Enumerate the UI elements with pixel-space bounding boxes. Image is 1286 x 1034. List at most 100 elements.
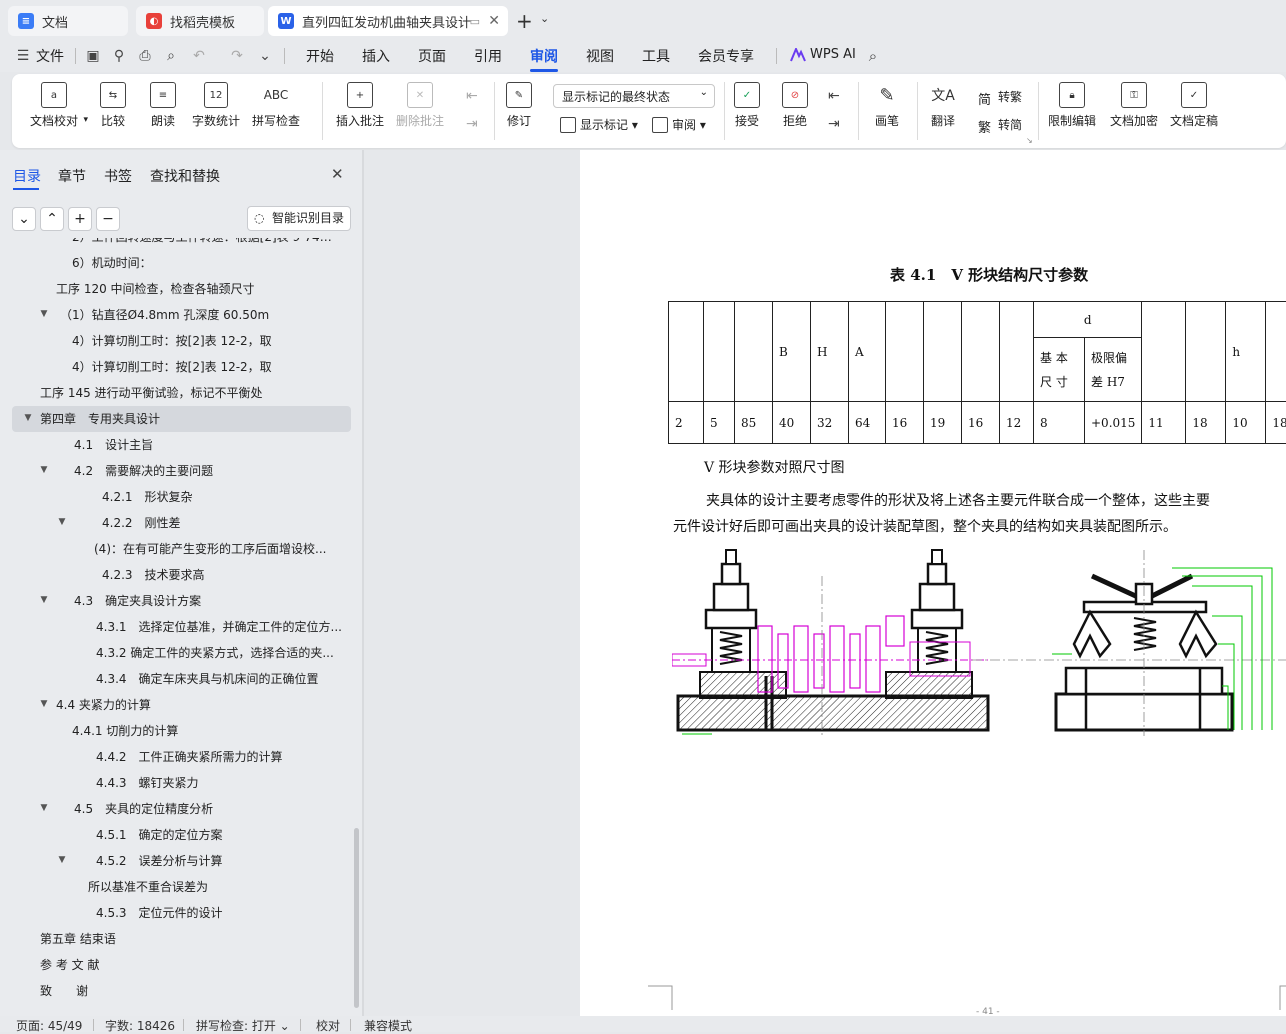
toc-item[interactable]: 4.5.1 确定的定位方案	[96, 822, 342, 848]
toc-item[interactable]: 4.2.1 形状复杂	[102, 484, 342, 510]
doc-check-button[interactable]: a 文档校对▾	[30, 82, 78, 129]
toc-item[interactable]: 4.2.2 刚性差	[102, 510, 342, 536]
toc-item[interactable]: 4.2.3 技术要求高	[102, 562, 342, 588]
undo-icon[interactable]: ↶	[190, 47, 208, 65]
translate-button[interactable]: 文A 翻译	[930, 82, 956, 129]
finalize-button[interactable]: ✓ 文档定稿	[1170, 82, 1218, 129]
toc-item[interactable]: 4.4 夹紧力的计算	[56, 692, 342, 718]
menu-home[interactable]: 开始	[306, 46, 334, 66]
toc-item[interactable]: (4)：在有可能产生变形的工序后面增设校...	[94, 536, 342, 562]
next-change-icon[interactable]: ⇥	[828, 116, 840, 132]
restrict-edit-button[interactable]: 🔒︎ 限制编辑	[1048, 82, 1096, 129]
toc-item[interactable]: 第四章 专用夹具设计	[40, 406, 342, 432]
toc-expand-icon[interactable]: ▼	[56, 855, 68, 865]
toc-item[interactable]: 4.3.1 选择定位基准，并确定工件的定位方...	[96, 614, 342, 640]
tab-docer[interactable]: ◐ 找稻壳模板	[136, 6, 264, 36]
menu-page[interactable]: 页面	[418, 46, 446, 66]
wps-ai-icon[interactable]	[790, 48, 806, 62]
menu-review[interactable]: 审阅	[530, 46, 558, 66]
tab-document[interactable]: W 直列四缸发动机曲轴夹具设计 ▭ ✕	[268, 6, 508, 36]
menu-references[interactable]: 引用	[474, 46, 502, 66]
pen-button[interactable]: ✎ 画笔	[874, 82, 900, 129]
toc-expand-icon[interactable]: ▼	[56, 517, 68, 527]
toc-item[interactable]: 4.4.3 螺钉夹紧力	[96, 770, 342, 796]
word-count-indicator[interactable]: 字数: 18426	[105, 1017, 175, 1034]
show-markup-button[interactable]: 显示标记 ▾	[560, 116, 638, 133]
encrypt-button[interactable]: ⚿ 文档加密	[1110, 82, 1158, 129]
page-indicator[interactable]: 页面: 45/49	[16, 1017, 82, 1034]
menu-insert[interactable]: 插入	[362, 46, 390, 66]
toc-item[interactable]: 所以基准不重合误差为	[88, 874, 342, 900]
search-icon[interactable]: ⌕	[864, 47, 882, 65]
track-changes-button[interactable]: ✎ 修订	[506, 82, 532, 129]
redo-icon[interactable]: ↷	[228, 47, 246, 65]
toc-item[interactable]: 参 考 文 献	[40, 952, 342, 978]
proofread-indicator[interactable]: 校对	[316, 1017, 340, 1034]
toc-item[interactable]: 第五章 结束语	[40, 926, 342, 952]
toc-item[interactable]: 4）计算切削工时：按[2]表 12-2，取	[72, 354, 342, 380]
scrollbar[interactable]	[354, 828, 359, 1008]
smart-toc-button[interactable]: ◌ 智能识别目录	[247, 206, 351, 231]
toc-item[interactable]: 4）计算切削工时：按[2]表 12-2，取	[72, 328, 342, 354]
spell-check-button[interactable]: ABC 拼写检查	[252, 82, 300, 129]
spell-check-toggle[interactable]: 拼写检查: 打开 ⌄	[196, 1017, 290, 1034]
word-count-button[interactable]: 12 字数统计	[192, 82, 240, 129]
next-comment-icon[interactable]: ⇥	[466, 116, 478, 132]
toc-expand-icon[interactable]: ▼	[38, 309, 50, 319]
close-tab-icon[interactable]: ✕	[488, 13, 500, 29]
prev-comment-icon[interactable]: ⇤	[466, 88, 478, 104]
panel-tab-chapters[interactable]: 章节	[58, 166, 86, 186]
collapse-button[interactable]: ⌃	[40, 207, 64, 231]
panel-tab-bookmarks[interactable]: 书签	[104, 166, 132, 186]
toc-item[interactable]: 4.3 确定夹具设计方案	[74, 588, 342, 614]
share-icon[interactable]: ⚲	[110, 47, 128, 65]
menu-member[interactable]: 会员专享	[698, 46, 754, 66]
prev-change-icon[interactable]: ⇤	[828, 88, 840, 104]
toc-item[interactable]: 4.4.2 工件正确夹紧所需力的计算	[96, 744, 342, 770]
close-panel-icon[interactable]: ✕	[331, 165, 344, 183]
toc-expand-icon[interactable]: ▼	[38, 465, 50, 475]
reject-button[interactable]: ⊘ 拒绝	[782, 82, 808, 129]
window-icon[interactable]: ▭	[470, 15, 480, 28]
accept-button[interactable]: ✓ 接受	[734, 82, 760, 129]
compare-button[interactable]: ⇆ 比较	[100, 82, 126, 129]
to-simplified-button[interactable]: 繁转简	[978, 116, 1022, 133]
toc-item[interactable]: 4.4.1 切削力的计算	[72, 718, 342, 744]
print-preview-icon[interactable]: ⌕	[162, 47, 180, 65]
toc-item[interactable]: 4.2 需要解决的主要问题	[74, 458, 342, 484]
toc-expand-icon[interactable]: ▼	[22, 413, 34, 423]
toc-item[interactable]: 4.5.3 定位元件的设计	[96, 900, 342, 926]
toc-item[interactable]: 4.3.2 确定工件的夹紧方式，选择合适的夹...	[96, 640, 342, 666]
panel-tab-find-replace[interactable]: 查找和替换	[150, 166, 220, 186]
menu-wps-ai[interactable]: WPS AI	[810, 47, 856, 62]
insert-comment-button[interactable]: + 插入批注	[336, 82, 384, 129]
expand-icon[interactable]: ↘	[1026, 136, 1033, 145]
more-chevron-icon[interactable]: ⌄	[256, 47, 274, 65]
remove-heading-button[interactable]: −	[96, 207, 120, 231]
menu-view[interactable]: 视图	[586, 46, 614, 66]
print-icon[interactable]: ⎙	[136, 47, 154, 65]
expand-all-button[interactable]: ⌄	[12, 207, 36, 231]
markup-state-select[interactable]: 显示标记的最终状态 ⌄	[553, 84, 715, 108]
toc-item[interactable]: 工序 145 进行动平衡试验，标记不平衡处	[40, 380, 342, 406]
toc-expand-icon[interactable]: ▼	[38, 699, 50, 709]
toc-item[interactable]: 6）机动时间：	[72, 250, 342, 276]
new-tab-icon[interactable]: +	[516, 9, 533, 33]
read-aloud-button[interactable]: ≡ 朗读	[150, 82, 176, 129]
toc-expand-icon[interactable]: ▼	[38, 595, 50, 605]
save-icon[interactable]: ▣	[84, 47, 102, 65]
toc-item[interactable]: 致 谢	[40, 978, 342, 1004]
panel-tab-toc[interactable]: 目录	[13, 166, 41, 186]
menu-file[interactable]: 文件	[36, 46, 64, 66]
toc-expand-icon[interactable]: ▼	[38, 803, 50, 813]
tab-docs[interactable]: ≡ 文档	[8, 6, 128, 36]
review-pane-button[interactable]: 审阅 ▾	[652, 116, 706, 133]
chevron-down-icon[interactable]: ⌄	[540, 12, 549, 25]
to-traditional-button[interactable]: 简转繁	[978, 88, 1022, 105]
hamburger-icon[interactable]: ☰	[14, 47, 32, 65]
toc-item[interactable]: 4.5.2 误差分析与计算	[96, 848, 342, 874]
toc-item[interactable]: 工序 120 中间检查，检查各轴颈尺寸	[56, 276, 342, 302]
add-heading-button[interactable]: +	[68, 207, 92, 231]
toc-item[interactable]: 4.5 夹具的定位精度分析	[74, 796, 342, 822]
toc-item[interactable]: 2）工件回转速度与工件转速：根据[2]表 9-74，...	[72, 238, 342, 250]
